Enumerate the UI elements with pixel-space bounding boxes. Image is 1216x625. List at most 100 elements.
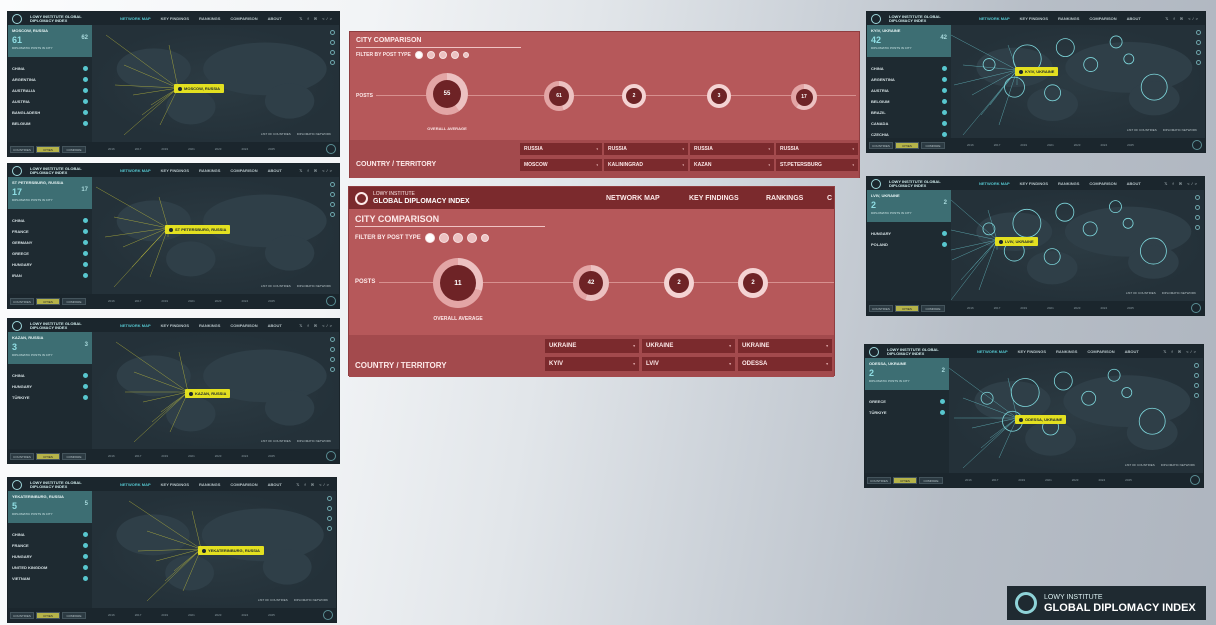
social-icons[interactable]: 𝕏 f ✉ </> xyxy=(299,323,334,328)
country-list-item[interactable]: CHINA xyxy=(12,63,88,74)
nav-item[interactable]: COMPARISON xyxy=(230,323,257,328)
post-bubble[interactable] xyxy=(1055,202,1075,222)
zoom-out-icon[interactable] xyxy=(330,40,335,45)
timeline-year[interactable]: 2024 xyxy=(241,454,248,458)
timeline-year[interactable]: 2025 xyxy=(1127,306,1134,310)
view-toggle-button[interactable]: CITIES xyxy=(36,612,60,619)
expand-dot-icon[interactable] xyxy=(83,66,88,71)
expand-dot-icon[interactable] xyxy=(940,410,945,415)
nav-item[interactable]: RANKINGS xyxy=(199,323,220,328)
timeline-year[interactable]: 2023 xyxy=(1074,306,1081,310)
post-bubble[interactable] xyxy=(1053,371,1073,391)
nav-key-findings[interactable]: KEY FINDINGS xyxy=(689,195,739,202)
social-icons[interactable]: 𝕏 f ✉ </> xyxy=(1165,16,1200,21)
compass-icon[interactable] xyxy=(1190,475,1200,485)
legend-item[interactable]: DIPLOMATIC NETWORK xyxy=(297,132,331,136)
filter-post-icon[interactable] xyxy=(414,51,423,59)
country-select-2[interactable]: UKRAINE xyxy=(642,339,735,353)
expand-dot-icon[interactable] xyxy=(83,373,88,378)
view-toggle-button[interactable]: COMPARE xyxy=(62,146,86,153)
nav-item[interactable]: RANKINGS xyxy=(1056,349,1077,354)
country-list-item[interactable]: GREECE xyxy=(869,396,945,407)
legend-item[interactable]: LIST OF COUNTRIES xyxy=(258,598,288,602)
timeline-year[interactable]: 2016 xyxy=(967,306,974,310)
zoom-in-icon[interactable] xyxy=(1194,363,1199,368)
timeline-year[interactable]: 2021 xyxy=(1047,306,1054,310)
timeline-year[interactable]: 2021 xyxy=(188,613,195,617)
expand-dot-icon[interactable] xyxy=(83,565,88,570)
country-select-2[interactable]: RUSSIA xyxy=(604,143,688,155)
timeline-year[interactable]: 2017 xyxy=(992,478,999,482)
nav-item[interactable]: COMPARISON xyxy=(230,168,257,173)
nav-item[interactable]: ABOUT xyxy=(268,16,282,21)
timeline-year[interactable]: 2017 xyxy=(135,147,142,151)
timeline-year[interactable]: 2016 xyxy=(965,478,972,482)
timeline-year[interactable]: 2023 xyxy=(215,613,222,617)
social-icons[interactable]: 𝕏 f ✉ </> xyxy=(299,16,334,21)
country-list-item[interactable]: CANADA xyxy=(871,118,947,129)
legend-item[interactable]: LIST OF COUNTRIES xyxy=(1126,291,1156,295)
filter-other-icon[interactable] xyxy=(450,51,459,59)
expand-dot-icon[interactable] xyxy=(83,262,88,267)
nav-item[interactable]: RANKINGS xyxy=(1058,181,1079,186)
country-list-item[interactable]: GERMANY xyxy=(12,237,88,248)
legend-item[interactable]: LIST OF COUNTRIES xyxy=(261,284,291,288)
nav-item[interactable]: NETWORK MAP xyxy=(120,482,151,487)
expand-dot-icon[interactable] xyxy=(83,576,88,581)
timeline-year[interactable]: 2016 xyxy=(108,454,115,458)
nav-item[interactable]: NETWORK MAP xyxy=(120,168,151,173)
expand-dot-icon[interactable] xyxy=(83,88,88,93)
country-list-item[interactable]: CHINA xyxy=(12,370,88,381)
compass-icon[interactable] xyxy=(1191,303,1201,313)
zoom-out-icon[interactable] xyxy=(330,347,335,352)
country-list-item[interactable]: TÜRKIYE xyxy=(12,392,88,403)
country-list-item[interactable]: BANGLADESH xyxy=(12,107,88,118)
expand-dot-icon[interactable] xyxy=(83,77,88,82)
view-toggle-button[interactable]: COUNTRIES xyxy=(10,298,34,305)
timeline-year[interactable]: 2017 xyxy=(994,306,1001,310)
country-list-item[interactable]: BRAZIL xyxy=(871,107,947,118)
nav-item[interactable]: RANKINGS xyxy=(1058,16,1079,21)
view-toggle-button[interactable]: COMPARE xyxy=(921,305,945,312)
timeline-year[interactable]: 2023 xyxy=(215,454,222,458)
country-list-item[interactable]: GREECE xyxy=(12,248,88,259)
country-select-4[interactable]: RUSSIA xyxy=(776,143,858,155)
timeline-year[interactable]: 2017 xyxy=(135,613,142,617)
nav-item[interactable]: RANKINGS xyxy=(199,482,220,487)
expand-dot-icon[interactable] xyxy=(83,240,88,245)
nav-item[interactable]: NETWORK MAP xyxy=(977,349,1008,354)
expand-dot-icon[interactable] xyxy=(83,218,88,223)
zoom-out-icon[interactable] xyxy=(1195,205,1200,210)
legend-item[interactable]: DIPLOMATIC NETWORK xyxy=(297,284,331,288)
fullscreen-icon[interactable] xyxy=(1195,225,1200,230)
city-marker-label[interactable]: LVIV, UKRAINE xyxy=(995,237,1038,246)
city-select-4[interactable]: ST.PETERSBURG xyxy=(776,159,858,171)
country-list-item[interactable]: HUNGARY xyxy=(871,228,947,239)
timeline-year[interactable]: 2025 xyxy=(268,613,275,617)
country-list-item[interactable]: TÜRKIYE xyxy=(869,407,945,418)
nav-item[interactable]: COMPARISON xyxy=(1089,16,1116,21)
country-list-item[interactable]: HUNGARY xyxy=(12,381,88,392)
city-select-2[interactable]: LVIV xyxy=(642,357,735,371)
timeline-year[interactable]: 2025 xyxy=(1125,478,1132,482)
nav-item[interactable]: NETWORK MAP xyxy=(979,181,1010,186)
country-list-item[interactable]: AUSTRALIA xyxy=(12,85,88,96)
social-icons[interactable]: 𝕏 f ✉ </> xyxy=(1163,349,1198,354)
expand-dot-icon[interactable] xyxy=(942,231,947,236)
timeline-year[interactable]: 2016 xyxy=(967,143,974,147)
nav-item[interactable]: ABOUT xyxy=(1125,349,1139,354)
compass-icon[interactable] xyxy=(326,451,336,461)
map-canvas[interactable] xyxy=(951,25,1205,138)
expand-dot-icon[interactable] xyxy=(83,273,88,278)
social-icons[interactable]: 𝕏 f ✉ </> xyxy=(1164,181,1199,186)
layers-icon[interactable] xyxy=(330,357,335,362)
zoom-out-icon[interactable] xyxy=(1194,373,1199,378)
fullscreen-icon[interactable] xyxy=(330,367,335,372)
timeline-year[interactable]: 2024 xyxy=(241,613,248,617)
view-toggle-button[interactable]: COMPARE xyxy=(62,612,86,619)
legend-item[interactable]: DIPLOMATIC NETWORK xyxy=(1162,291,1196,295)
nav-item[interactable]: KEY FINDINGS xyxy=(161,323,189,328)
nav-item[interactable]: NETWORK MAP xyxy=(120,323,151,328)
timeline-year[interactable]: 2025 xyxy=(268,454,275,458)
timeline-year[interactable]: 2025 xyxy=(1127,143,1134,147)
